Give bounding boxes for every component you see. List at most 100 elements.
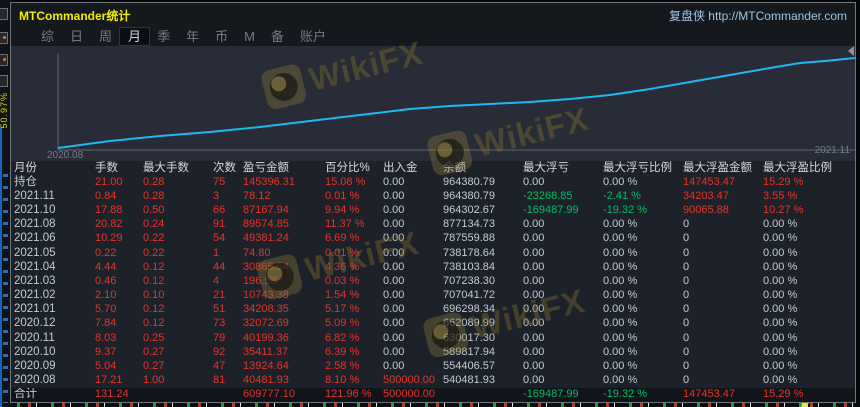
background-text-fragments — [3, 165, 8, 403]
cell-value: -23268.85 — [523, 189, 573, 202]
cell-value: 32072.69 — [243, 317, 289, 330]
menu-item-6[interactable]: 币 — [207, 28, 236, 45]
cell-value: 0.00 — [383, 232, 405, 245]
cell-value: 0.12 — [143, 303, 165, 316]
cell-value: 0.00 — [383, 175, 405, 188]
cell-value: 0.00 — [523, 331, 545, 344]
cell-value: 0.00 — [523, 260, 545, 273]
menu-item-2[interactable]: 周 — [91, 28, 120, 45]
cell-value: 0.00 % — [763, 317, 798, 330]
menu-item-9[interactable]: 账户 — [292, 28, 334, 45]
table-row[interactable]: 2021.02 2.10 0.10 21 10743.38 1.54 % 0.00 70704… — [11, 289, 855, 303]
table-row[interactable]: 2021.05 0.22 0.22 1 74.80 0.01 % 0.00 738178.64… — [11, 246, 855, 260]
table-row[interactable]: 持仓 21.00 0.28 75 145396.31 15.08 % 0.00 964380.… — [11, 175, 855, 189]
table-row[interactable]: 2021.11 0.84 0.28 3 78.12 0.01 % 0.00 964380.79… — [11, 189, 855, 203]
cell-value: 15.29 % — [763, 388, 804, 401]
table-row[interactable]: 2020.09 5.04 0.27 47 13924.64 2.58 % 0.00 55440… — [11, 359, 855, 373]
cell-value: 66 — [213, 204, 226, 217]
cell-value: 0.00 — [523, 274, 545, 287]
table-row[interactable]: 2020.08 17.21 1.00 81 40481.93 8.10 % 500000.0… — [11, 374, 855, 388]
cell-value: 0.00 — [523, 218, 545, 231]
menu-item-1[interactable]: 日 — [62, 28, 91, 45]
row-label: 2020.12 — [14, 317, 56, 330]
cell-value: 0.00 % — [763, 260, 798, 273]
cell-value: 0.25 — [143, 331, 165, 344]
menu-item-7[interactable]: M — [236, 28, 263, 45]
row-label: 2020.08 — [14, 374, 56, 387]
table-row[interactable]: 2020.10 9.37 0.27 92 35411.37 6.39 % 0.00 58981… — [11, 345, 855, 359]
cell-value: 17.88 — [95, 204, 123, 217]
menu-item-8[interactable]: 备 — [263, 28, 292, 45]
cell-value: 0.27 — [143, 345, 165, 358]
cell-value: 15.29 % — [763, 175, 804, 188]
cell-value: 54 — [213, 232, 226, 245]
cell-value: 92 — [213, 345, 226, 358]
cell-value: 0.12 — [143, 274, 165, 287]
table-row[interactable]: 2020.11 8.03 0.25 79 40199.36 6.82 % 0.00 63001… — [11, 331, 855, 345]
cell-value: 500000.00 — [383, 388, 435, 401]
cell-value: 0 — [683, 374, 690, 387]
brand-link[interactable]: 复盘侠 http://MTCommander.com — [669, 7, 847, 24]
stats-table: 月份 手数 最大手数 次数 盈亏金额 百分比% 出入金 余额 最大浮亏 最大浮亏比例 最大浮盈金额最… — [11, 161, 855, 402]
cell-value: 0.00 % — [603, 232, 638, 245]
table-row[interactable]: 2020.12 7.84 0.12 73 32072.69 5.09 % 0.00 66208… — [11, 317, 855, 331]
cell-value: 0.01 % — [325, 246, 360, 259]
cell-value: 5.17 % — [325, 303, 360, 316]
cell-value: 0.00 — [383, 189, 405, 202]
chart-area: 2020.08 2021.11 — [11, 46, 855, 161]
cell-value: 90065.88 — [683, 204, 729, 217]
column-header: 月份 — [14, 161, 37, 174]
column-header: 盈亏金额 — [243, 161, 289, 174]
menu-item-4[interactable]: 季 — [149, 28, 178, 45]
x-axis-label-end: 2021.11 — [814, 145, 850, 156]
cell-value: 609777.10 — [243, 388, 295, 401]
menu-item-5[interactable]: 年 — [178, 28, 207, 45]
cell-value: 87167.94 — [243, 204, 289, 217]
cell-value: 0.00 % — [603, 289, 638, 302]
table-row[interactable]: 2021.10 17.88 0.50 66 87167.94 9.94 % 0.00 9643… — [11, 204, 855, 218]
cell-value: 21.00 — [95, 175, 123, 188]
menu-item-0[interactable]: 综 — [33, 28, 62, 45]
row-label: 2021.03 — [14, 274, 56, 287]
column-header: 余额 — [443, 161, 466, 174]
cell-value: 0.00 — [383, 331, 405, 344]
cell-value: 0 — [683, 274, 690, 287]
cell-value: 0 — [683, 218, 690, 231]
table-row[interactable]: 2021.04 4.44 0.12 44 30865.54 4.36 % 0.00 73810… — [11, 260, 855, 274]
table-row[interactable]: 2021.06 10.29 0.22 54 49381.24 6.69 % 0.00 7875… — [11, 232, 855, 246]
cell-value: 0.00 — [383, 345, 405, 358]
cell-value: 0.24 — [143, 218, 165, 231]
cell-value: 91 — [213, 218, 226, 231]
table-row[interactable]: 2021.01 5.70 0.12 51 34208.35 5.17 % 0.00 69629… — [11, 303, 855, 317]
cell-value: 0.22 — [143, 246, 165, 259]
cell-value: 74.80 — [243, 246, 271, 259]
background-window-bottom — [10, 403, 857, 407]
orange-dot-icon — [3, 58, 6, 61]
cell-value: 0.00 — [383, 359, 405, 372]
cell-value: 49381.24 — [243, 232, 289, 245]
background-chart-fragment — [0, 128, 2, 407]
scroll-left-arrow[interactable] — [848, 46, 854, 56]
cell-value: 4 — [213, 274, 220, 287]
cell-value: 0.10 — [143, 289, 165, 302]
table-row[interactable]: 2021.03 0.46 0.12 4 196.58 0.03 % 0.00 707238.3… — [11, 274, 855, 288]
cell-value: 0.00 % — [603, 218, 638, 231]
cell-value: 0.00 % — [763, 345, 798, 358]
cell-value: 1.54 % — [325, 289, 360, 302]
cell-value: 5.70 — [95, 303, 117, 316]
cell-value: 78.12 — [243, 189, 271, 202]
title-bar[interactable]: MTCommander统计 复盘侠 http://MTCommander.com — [11, 3, 855, 27]
cell-value: 738178.64 — [443, 246, 495, 259]
cell-value: 0.27 — [143, 359, 165, 372]
row-label: 2021.01 — [14, 303, 56, 316]
total-row[interactable]: 合计 131.24 609777.10 121.96 % 500000.00 -16948… — [11, 387, 855, 402]
cell-value: 75 — [213, 175, 226, 188]
column-header: 最大浮亏 — [523, 161, 569, 174]
cell-value: 964302.67 — [443, 204, 495, 217]
menu-item-3[interactable]: 月 — [119, 27, 151, 46]
cell-value: 0.22 — [143, 232, 165, 245]
cell-value: 10.27 % — [763, 204, 804, 217]
table-row[interactable]: 2021.08 20.82 0.24 91 89574.85 11.37 % 0.00 877… — [11, 218, 855, 232]
cell-value: 877134.73 — [443, 218, 495, 231]
background-window-edge: 50.97% — [0, 0, 10, 407]
